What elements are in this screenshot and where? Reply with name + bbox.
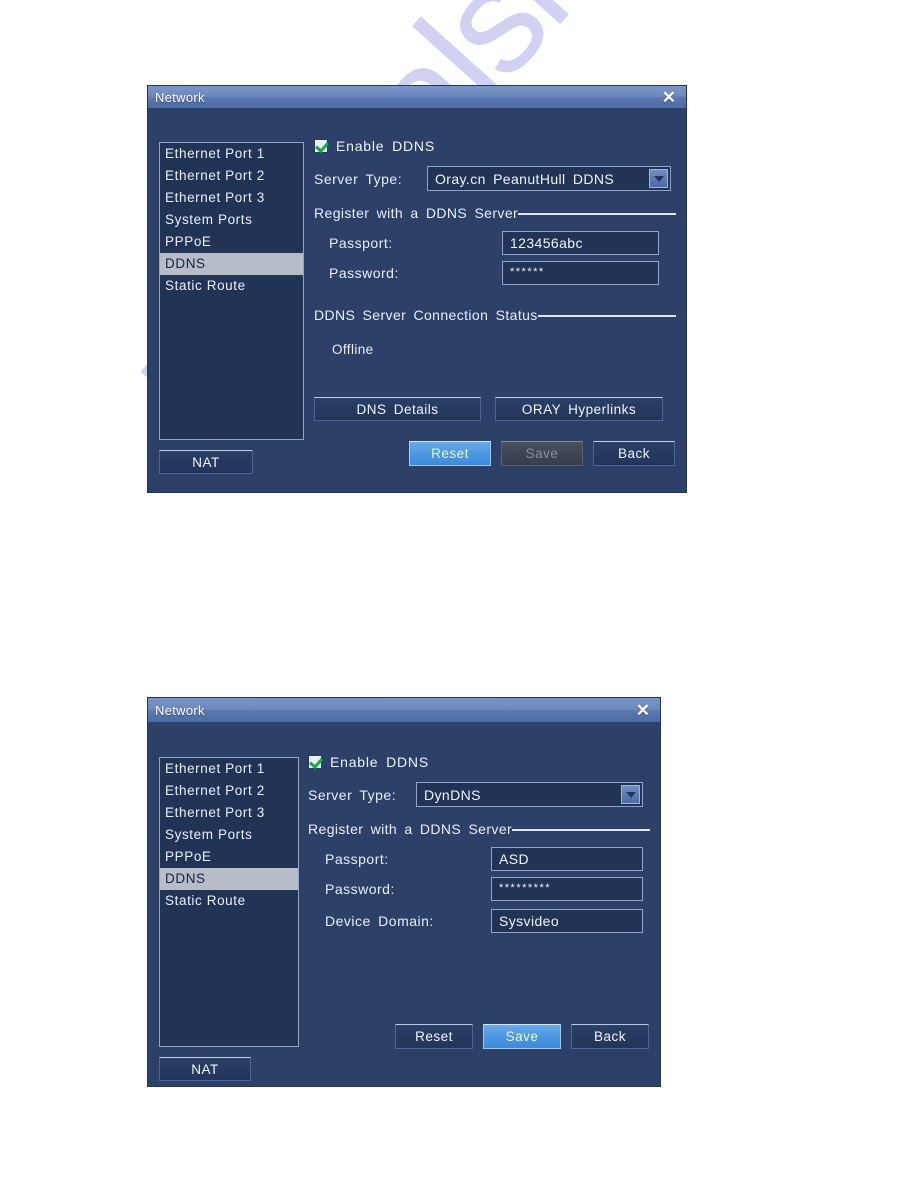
dialog-2-title: Network bbox=[155, 702, 205, 718]
dialog-1-body: Ethernet Port 1 Ethernet Port 2 Ethernet… bbox=[148, 108, 686, 492]
server-type-value: Oray.cn PeanutHull DDNS bbox=[435, 170, 615, 187]
dialog-1-content: Enable DDNS Server Type: Oray.cn PeanutH… bbox=[314, 138, 676, 482]
sidebar-item-ethernet-port-3[interactable]: Ethernet Port 3 bbox=[160, 187, 303, 209]
server-type-label: Server Type: bbox=[314, 170, 403, 187]
dialog-2-footer-buttons: Reset Save Back bbox=[395, 1024, 649, 1049]
enable-ddns-label: Enable DDNS bbox=[330, 754, 429, 770]
password-value: ********* bbox=[499, 882, 552, 894]
register-group-title: Register with a DDNS Server bbox=[308, 821, 513, 837]
reset-button[interactable]: Reset bbox=[395, 1024, 473, 1049]
device-domain-row: Device Domain: Sysvideo bbox=[308, 909, 650, 933]
save-button[interactable]: Save bbox=[483, 1024, 561, 1049]
back-button[interactable]: Back bbox=[571, 1024, 649, 1049]
sidebar-item-pppoe[interactable]: PPPoE bbox=[160, 846, 298, 868]
chevron-down-icon[interactable] bbox=[649, 169, 668, 188]
sidebar-item-pppoe[interactable]: PPPoE bbox=[160, 231, 303, 253]
device-domain-value: Sysvideo bbox=[499, 913, 560, 929]
register-group-title: Register with a DDNS Server bbox=[314, 205, 519, 221]
device-domain-input[interactable]: Sysvideo bbox=[491, 909, 643, 933]
sidebar-item-ethernet-port-1[interactable]: Ethernet Port 1 bbox=[160, 143, 303, 165]
group-rule bbox=[512, 829, 650, 831]
passport-value: 123456abc bbox=[510, 235, 583, 251]
passport-row: Passport: 123456abc bbox=[314, 231, 676, 255]
passport-input[interactable]: ASD bbox=[491, 847, 643, 871]
group-rule bbox=[518, 213, 676, 215]
dns-details-button[interactable]: DNS Details bbox=[314, 397, 481, 421]
enable-ddns-checkbox-row[interactable]: Enable DDNS bbox=[314, 138, 435, 154]
server-type-select[interactable]: Oray.cn PeanutHull DDNS bbox=[427, 166, 671, 191]
password-value: ****** bbox=[510, 266, 545, 278]
dialog-2-nav-list[interactable]: Ethernet Port 1 Ethernet Port 2 Ethernet… bbox=[159, 757, 299, 1047]
sidebar-item-ddns[interactable]: DDNS bbox=[160, 868, 298, 890]
sidebar-item-ethernet-port-2[interactable]: Ethernet Port 2 bbox=[160, 780, 298, 802]
server-type-label: Server Type: bbox=[308, 786, 397, 803]
checkbox-checked-icon[interactable] bbox=[314, 139, 328, 153]
passport-label: Passport: bbox=[329, 235, 393, 251]
group-rule bbox=[537, 315, 676, 317]
passport-row: Passport: ASD bbox=[308, 847, 650, 871]
password-label: Password: bbox=[325, 881, 395, 897]
server-type-value: DynDNS bbox=[424, 786, 481, 803]
password-input[interactable]: ****** bbox=[502, 261, 659, 285]
server-type-select[interactable]: DynDNS bbox=[416, 782, 643, 807]
reset-button[interactable]: Reset bbox=[409, 441, 491, 466]
sidebar-item-system-ports[interactable]: System Ports bbox=[160, 209, 303, 231]
register-group-header: Register with a DDNS Server bbox=[308, 821, 650, 837]
checkbox-checked-icon[interactable] bbox=[308, 755, 322, 769]
passport-value: ASD bbox=[499, 851, 529, 867]
sidebar-item-ethernet-port-3[interactable]: Ethernet Port 3 bbox=[160, 802, 298, 824]
dialog-1-title: Network bbox=[155, 89, 205, 105]
chevron-down-icon[interactable] bbox=[621, 785, 640, 804]
sidebar-item-ethernet-port-2[interactable]: Ethernet Port 2 bbox=[160, 165, 303, 187]
server-type-row: Server Type: Oray.cn PeanutHull DDNS bbox=[314, 166, 676, 191]
status-group-title: DDNS Server Connection Status bbox=[314, 307, 538, 323]
device-domain-label: Device Domain: bbox=[325, 913, 434, 929]
connection-status-value: Offline bbox=[332, 342, 374, 357]
enable-ddns-label: Enable DDNS bbox=[336, 138, 435, 154]
password-input[interactable]: ********* bbox=[491, 877, 643, 901]
passport-input[interactable]: 123456abc bbox=[502, 231, 659, 255]
status-group-header: DDNS Server Connection Status bbox=[314, 307, 676, 323]
password-label: Password: bbox=[329, 265, 399, 281]
password-row: Password: ****** bbox=[314, 261, 676, 285]
back-button[interactable]: Back bbox=[593, 441, 675, 466]
server-type-row: Server Type: DynDNS bbox=[308, 782, 650, 807]
dialog-1-titlebar: Network ✕ bbox=[148, 86, 686, 108]
sidebar-item-static-route[interactable]: Static Route bbox=[160, 890, 298, 912]
sidebar-item-ddns[interactable]: DDNS bbox=[160, 253, 303, 275]
register-group-header: Register with a DDNS Server bbox=[314, 205, 676, 221]
close-icon[interactable]: ✕ bbox=[660, 89, 678, 106]
dialog-2-content: Enable DDNS Server Type: DynDNS Register… bbox=[308, 754, 650, 1076]
sidebar-item-static-route[interactable]: Static Route bbox=[160, 275, 303, 297]
password-row: Password: ********* bbox=[308, 877, 650, 901]
dialog-1-nav-list[interactable]: Ethernet Port 1 Ethernet Port 2 Ethernet… bbox=[159, 142, 304, 440]
dialog-2-body: Ethernet Port 1 Ethernet Port 2 Ethernet… bbox=[148, 722, 660, 1086]
sidebar-item-system-ports[interactable]: System Ports bbox=[160, 824, 298, 846]
nat-button[interactable]: NAT bbox=[159, 450, 253, 474]
sidebar-item-ethernet-port-1[interactable]: Ethernet Port 1 bbox=[160, 758, 298, 780]
network-dialog-2: Network ✕ Ethernet Port 1 Ethernet Port … bbox=[148, 698, 660, 1086]
action-links-row: DNS Details ORAY Hyperlinks bbox=[314, 397, 676, 421]
dialog-2-titlebar: Network ✕ bbox=[148, 698, 660, 722]
close-icon[interactable]: ✕ bbox=[634, 702, 652, 719]
status-row: Offline bbox=[314, 341, 676, 359]
save-button: Save bbox=[501, 441, 583, 466]
enable-ddns-checkbox-row[interactable]: Enable DDNS bbox=[308, 754, 429, 770]
oray-hyperlinks-button[interactable]: ORAY Hyperlinks bbox=[495, 397, 663, 421]
passport-label: Passport: bbox=[325, 851, 389, 867]
dialog-1-footer-buttons: Reset Save Back bbox=[314, 441, 676, 466]
network-dialog-1: Network ✕ Ethernet Port 1 Ethernet Port … bbox=[148, 86, 686, 492]
nat-button[interactable]: NAT bbox=[159, 1057, 251, 1081]
